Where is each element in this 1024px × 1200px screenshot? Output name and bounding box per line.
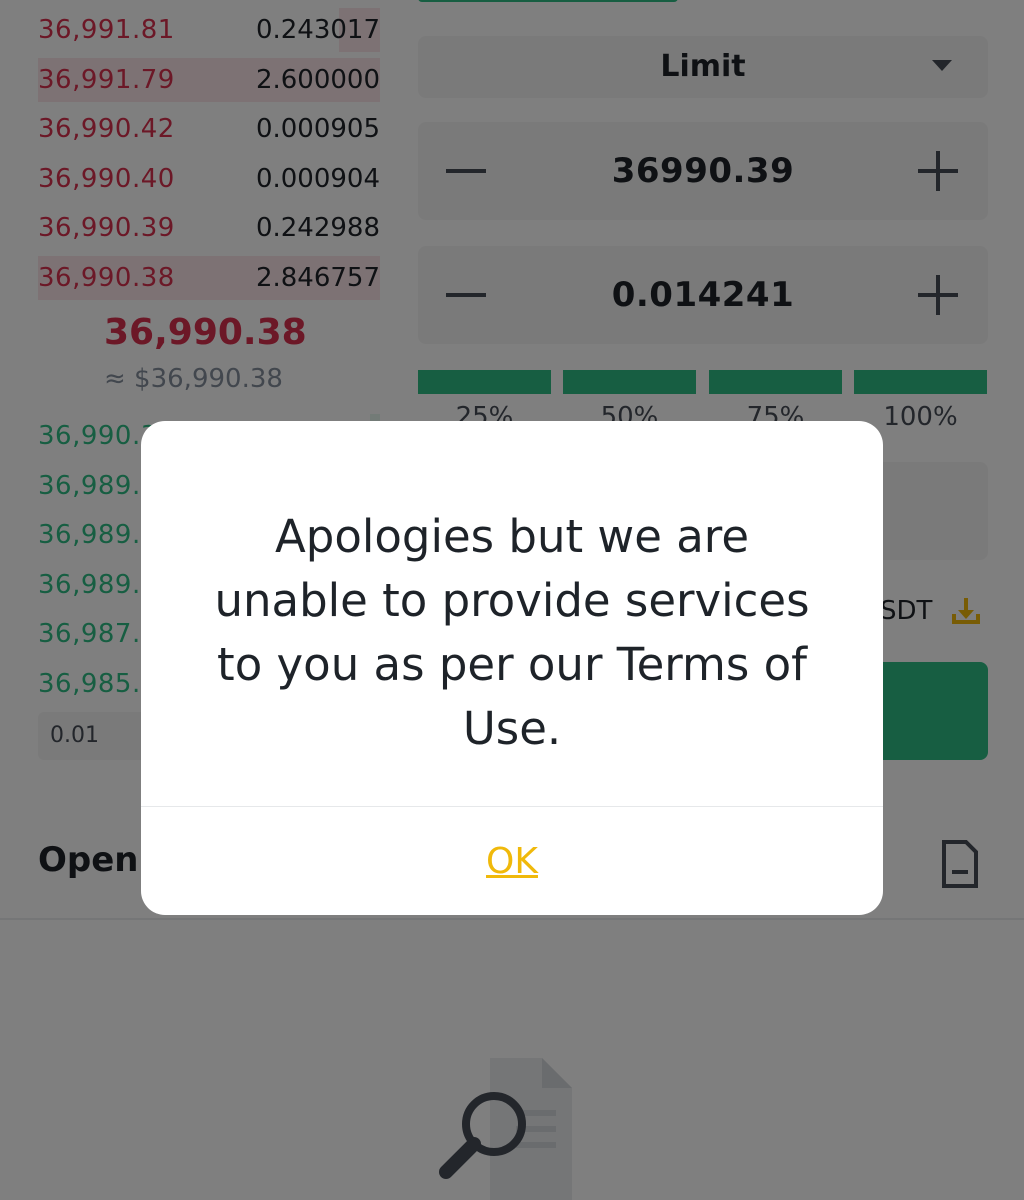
dialog-message: Apologies but we are unable to provide s… (214, 510, 810, 755)
terms-dialog: Apologies but we are unable to provide s… (141, 421, 883, 915)
ok-button[interactable]: OK (141, 807, 883, 915)
